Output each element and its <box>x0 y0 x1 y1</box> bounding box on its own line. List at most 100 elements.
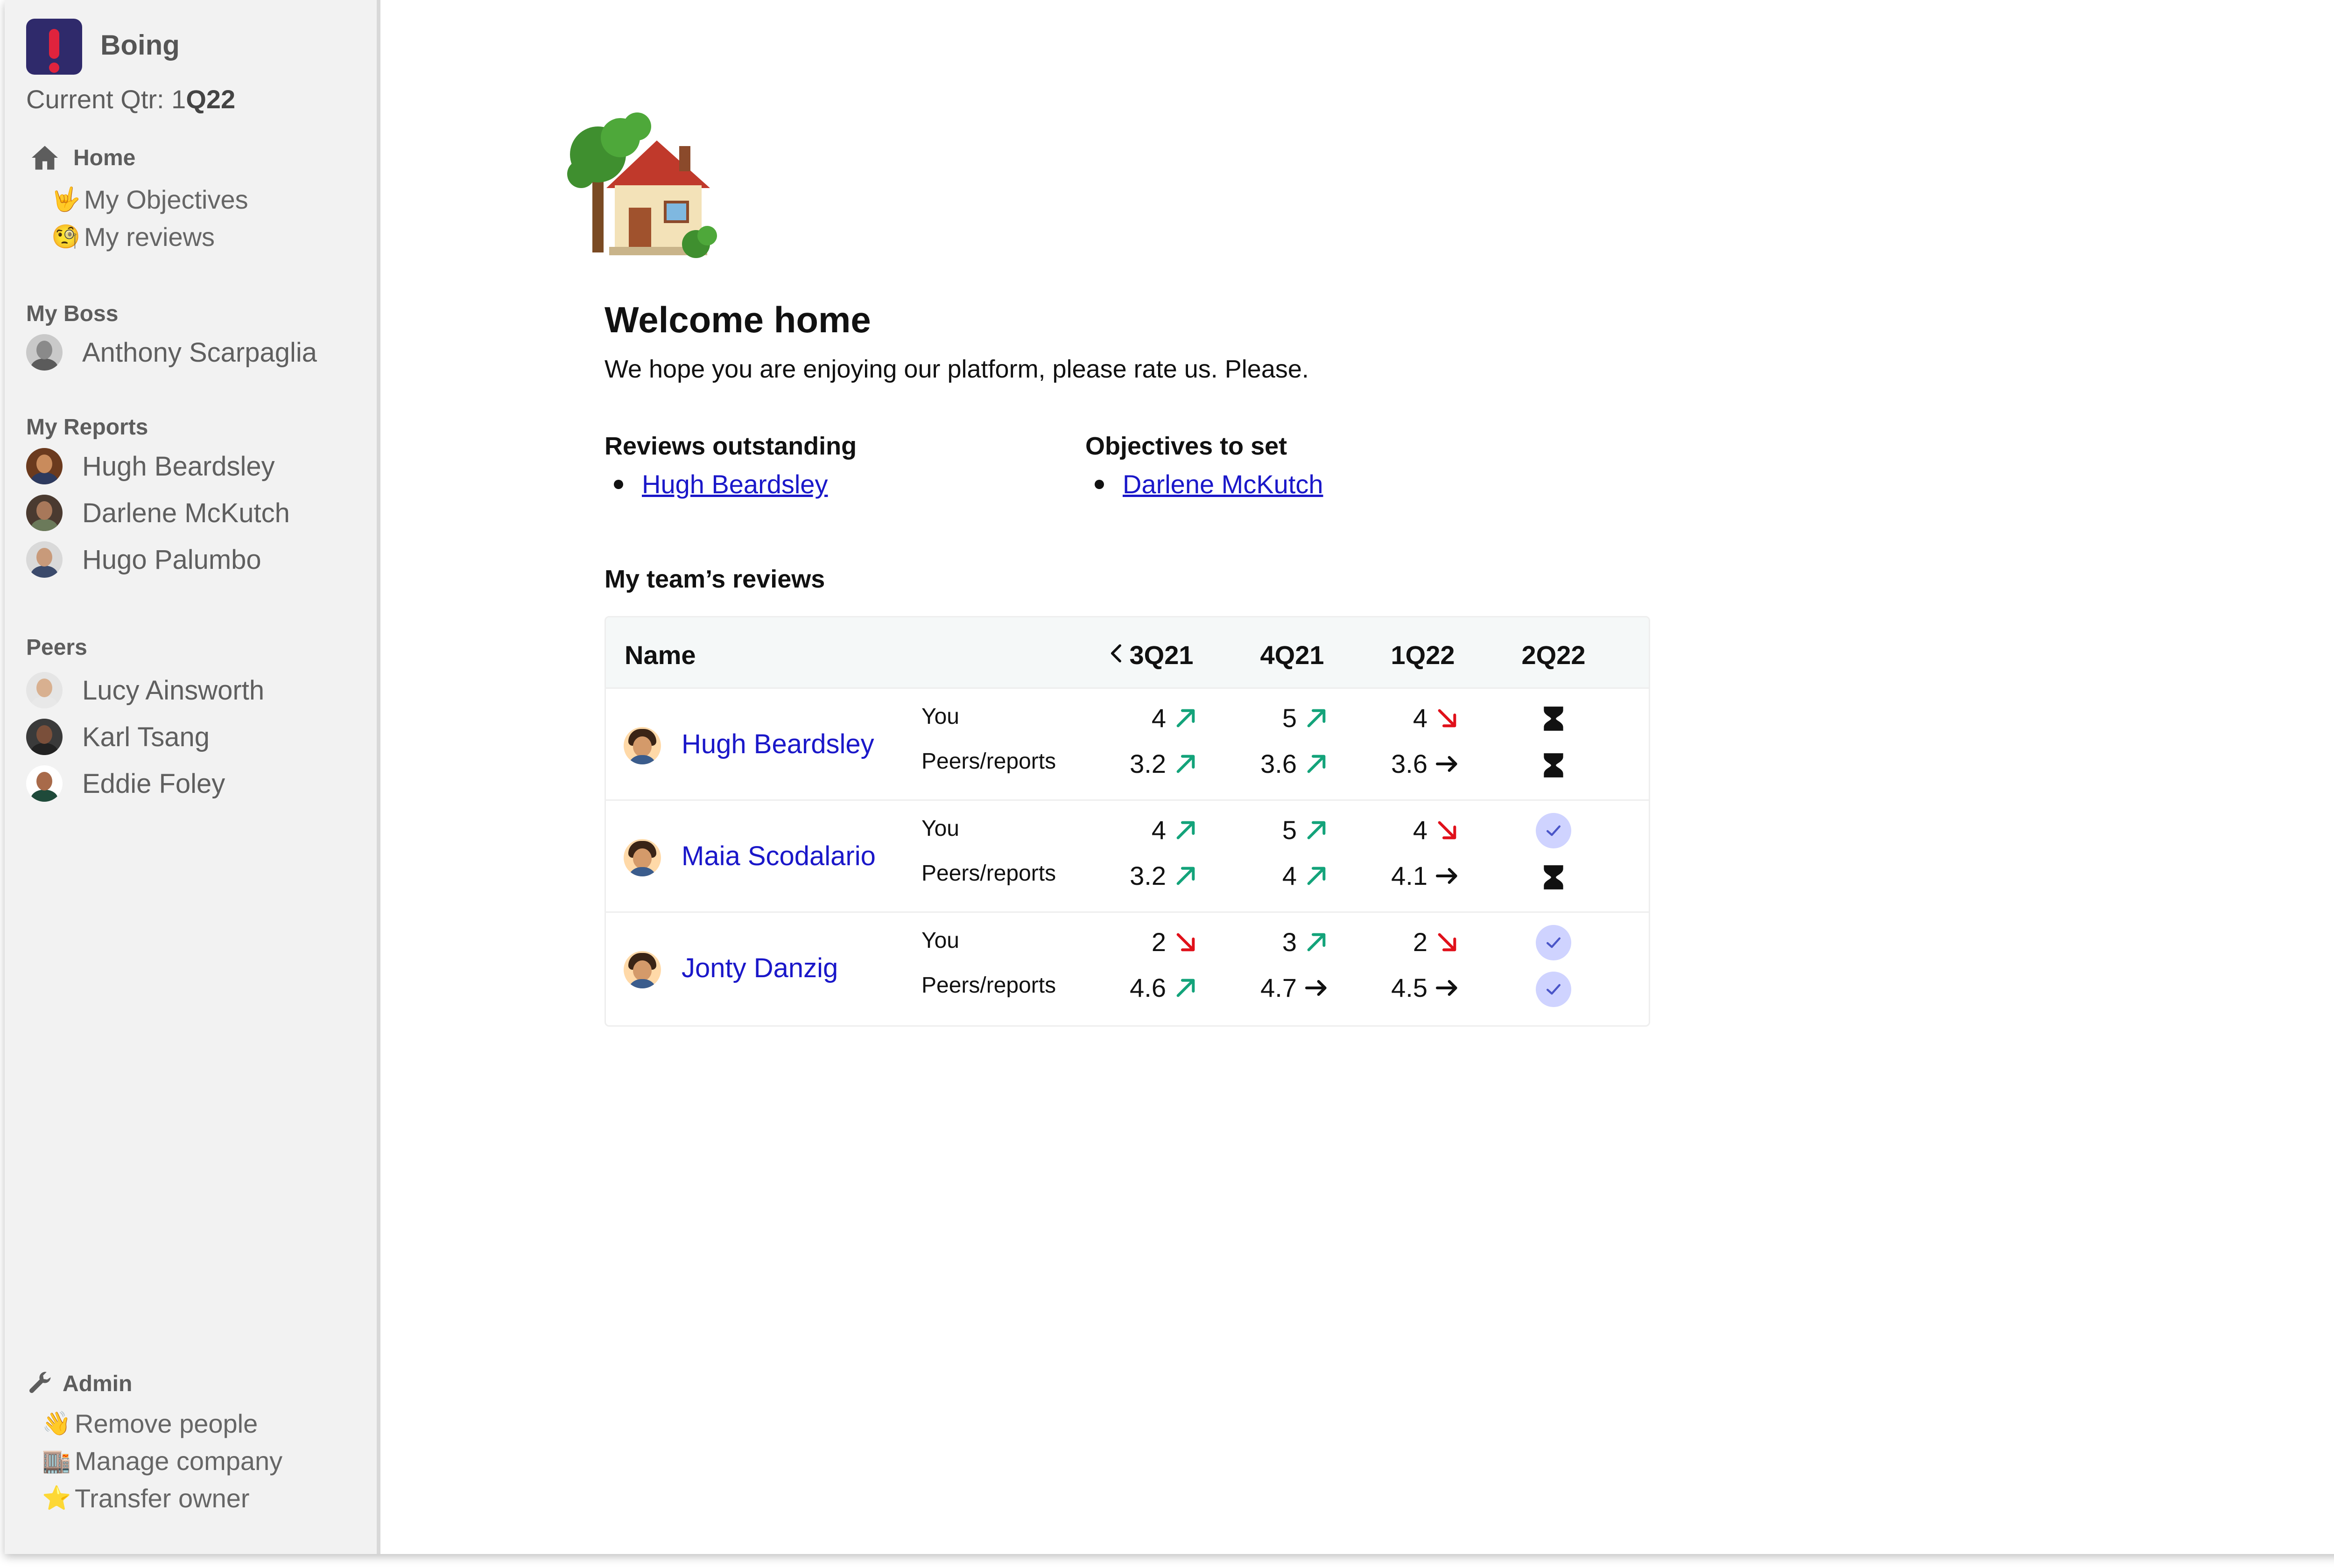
row-label-peers: Peers/reports <box>921 749 1056 774</box>
report-name: Hugh Beardsley <box>82 451 275 482</box>
trend-up-icon <box>1176 709 1195 727</box>
peer-name: Lucy Ainsworth <box>82 675 265 706</box>
hourglass-icon <box>1535 747 1572 784</box>
score-value: 3.6 <box>1391 749 1427 778</box>
nav-item-label: My Objectives <box>84 185 248 214</box>
admin-item-label: Manage company <box>75 1446 283 1476</box>
peer-karl-tsang[interactable]: Karl Tsang <box>26 719 210 755</box>
column-header-quarter: 4Q21 <box>1260 640 1324 670</box>
avatar <box>26 765 63 802</box>
avatar <box>26 672 63 708</box>
nav-home[interactable]: Home <box>30 145 135 171</box>
table-header: Name 3Q21 4Q21 1Q22 2Q22 <box>606 617 1649 687</box>
trend-down-icon <box>1176 933 1195 951</box>
score-value: 3.2 <box>1130 749 1166 778</box>
score-value: 4 <box>1413 815 1427 845</box>
avatar <box>26 719 63 755</box>
bullet <box>614 479 623 489</box>
check-icon <box>1535 971 1572 1008</box>
score-cell: 4.6 <box>1115 973 1208 1003</box>
score-cell: 3.6 <box>1245 749 1339 779</box>
column-header-quarter: 1Q22 <box>1391 640 1455 670</box>
trend-flat-icon <box>1435 756 1457 772</box>
admin-item-label: Transfer owner <box>75 1484 250 1513</box>
admin-item-manage-company[interactable]: 🏬 Manage company <box>42 1446 282 1476</box>
score-value: 3.6 <box>1260 749 1297 778</box>
avatar <box>624 951 661 988</box>
peer-eddie-foley[interactable]: Eddie Foley <box>26 765 225 802</box>
bullet <box>1095 479 1104 489</box>
admin-item-remove-people[interactable]: 👋 Remove people <box>42 1408 258 1439</box>
objectives-to-set-heading: Objectives to set <box>1085 432 1287 460</box>
team-member-link[interactable]: Maia Scodalario <box>682 840 876 872</box>
nav-item-my-reviews[interactable]: 🧐 My reviews <box>51 222 215 252</box>
trend-up-icon <box>1307 867 1326 885</box>
home-icon <box>32 146 58 170</box>
score-value: 3.2 <box>1130 861 1166 890</box>
score-value: 4.1 <box>1391 861 1427 890</box>
report-darlene-mckutch[interactable]: Darlene McKutch <box>26 495 290 531</box>
trend-down-icon <box>1438 709 1456 727</box>
sidebar: Boing Current Qtr: 1Q22 Home My Boss My … <box>5 0 380 1554</box>
avatar <box>26 541 63 578</box>
peer-name: Eddie Foley <box>82 768 225 799</box>
nav-item-my-objectives[interactable]: 🤟 My Objectives <box>51 184 248 215</box>
score-value: 4 <box>1282 861 1297 890</box>
avatar <box>624 727 661 764</box>
nav-item-emoji-icon: 🤟 <box>51 186 81 212</box>
score-value: 5 <box>1282 815 1297 845</box>
app-window: Boing Current Qtr: 1Q22 Home My Boss My … <box>5 0 2334 1554</box>
peer-lucy-ainsworth[interactable]: Lucy Ainsworth <box>26 672 264 708</box>
score-value: 4 <box>1151 815 1166 845</box>
score-cell: 4.5 <box>1376 973 1469 1003</box>
report-name: Darlene McKutch <box>82 497 290 528</box>
trend-up-icon <box>1176 867 1195 885</box>
peers-heading: Peers <box>26 635 87 660</box>
welcome-subtitle: We hope you are enjoying our platform, p… <box>605 355 1309 383</box>
score-value: 3 <box>1282 927 1297 957</box>
app-name: Boing <box>100 29 180 61</box>
house-with-tree-icon <box>567 112 717 258</box>
score-cell: 4 <box>1115 815 1208 845</box>
reviews-outstanding-item: Hugh Beardsley <box>614 469 828 499</box>
current-quarter-label: Current Qtr: <box>26 84 172 114</box>
report-hugo-palumbo[interactable]: Hugo Palumbo <box>26 541 261 578</box>
score-value: 4 <box>1151 703 1166 733</box>
boss-anthony-scarpaglia[interactable]: Anthony Scarpaglia <box>26 334 317 371</box>
boss-heading: My Boss <box>26 301 119 326</box>
wrench-icon <box>29 1372 51 1393</box>
objectives-to-set-item: Darlene McKutch <box>1095 469 1323 499</box>
peer-name: Karl Tsang <box>82 721 210 752</box>
score-cell: 4 <box>1245 861 1339 891</box>
objectives-to-set-link[interactable]: Darlene McKutch <box>1123 469 1323 499</box>
reviews-outstanding-link[interactable]: Hugh Beardsley <box>642 469 828 499</box>
trend-down-icon <box>1438 821 1456 839</box>
score-cell: 4 <box>1115 703 1208 733</box>
score-cell: 4 <box>1376 815 1469 845</box>
team-member-link[interactable]: Hugh Beardsley <box>682 728 874 760</box>
table-row: Hugh Beardsley You Peers/reports 4 5 4 3.2 3.6 3… <box>606 687 1649 799</box>
score-cell: 4 <box>1376 703 1469 733</box>
report-name: Hugo Palumbo <box>82 544 261 575</box>
nav-admin-label: Admin <box>63 1371 133 1396</box>
app-logo-icon[interactable] <box>26 19 82 75</box>
admin-item-transfer-owner[interactable]: ⭐ Transfer owner <box>42 1483 250 1513</box>
trend-up-icon <box>1307 821 1326 839</box>
table-row: Maia Scodalario You Peers/reports 4 5 4 3.2 4 4.… <box>606 799 1649 911</box>
team-member-link[interactable]: Jonty Danzig <box>682 952 838 984</box>
nav-item-label: My reviews <box>84 222 215 252</box>
hourglass-icon <box>1535 700 1572 737</box>
column-header-quarter: 2Q22 <box>1521 640 1586 670</box>
score-value: 2 <box>1151 927 1166 957</box>
main-content: Welcome home We hope you are enjoying ou… <box>380 0 2334 1554</box>
score-value: 2 <box>1413 927 1427 957</box>
nav-admin[interactable]: Admin <box>26 1370 132 1398</box>
score-value: 4.5 <box>1391 973 1427 1002</box>
trend-up-icon <box>1176 979 1195 997</box>
check-icon <box>1535 812 1572 849</box>
report-hugh-beardsley[interactable]: Hugh Beardsley <box>26 448 275 484</box>
score-cell: 3.6 <box>1376 749 1469 779</box>
current-quarter-value: Q22 <box>186 84 236 114</box>
score-value: 4.6 <box>1130 973 1166 1002</box>
admin-item-emoji-icon: 👋 <box>42 1410 71 1436</box>
